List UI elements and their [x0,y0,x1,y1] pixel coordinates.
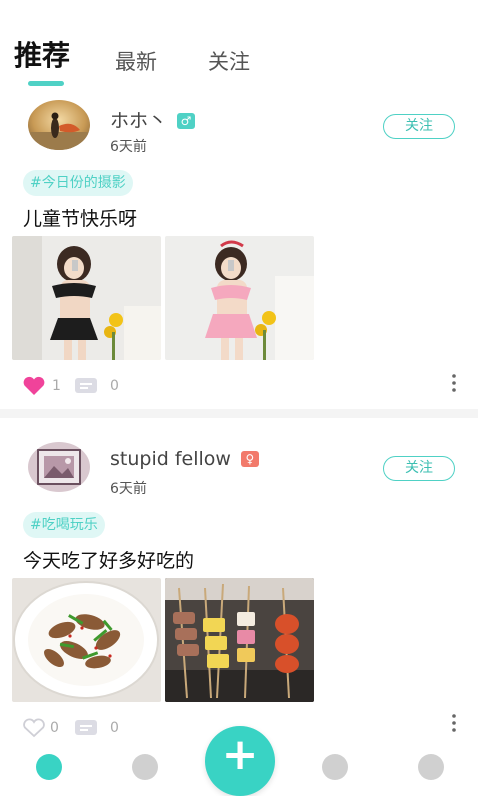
like-count: 1 [52,378,61,394]
username-text: stupid fellow [110,448,231,470]
avatar[interactable] [28,100,90,150]
male-icon: ♂ [177,113,196,129]
follow-button[interactable]: 关注 [383,456,455,481]
follow-button[interactable]: 关注 [383,114,455,139]
username[interactable]: ホホ丶 ♂ [110,106,196,133]
post-image[interactable] [165,236,314,360]
post-text: 今天吃了好多好吃的 [23,550,195,572]
like-button[interactable]: 1 [22,376,61,396]
like-button[interactable]: 0 [22,718,59,738]
plus-icon: + [221,729,259,780]
post-card[interactable]: ホホ丶 ♂ 6天前 关注 #今日份的摄影 儿童节快乐呀 1 0 [0,100,478,400]
female-icon: ♀ [240,451,259,467]
comment-count: 0 [110,378,119,394]
comment-count: 0 [110,720,119,736]
tab-latest[interactable]: 最新 [115,46,157,76]
avatar[interactable] [28,442,90,492]
profile-icon[interactable] [418,754,444,780]
tab-following[interactable]: 关注 [208,46,250,76]
topic-tag[interactable]: #今日份的摄影 [23,170,133,196]
topic-tag[interactable]: #吃喝玩乐 [23,512,105,538]
comment-icon [75,378,97,393]
create-post-button[interactable]: + [205,726,275,796]
home-icon[interactable] [36,754,62,780]
username-text: ホホ丶 [110,110,168,132]
comment-icon [75,720,97,735]
message-icon[interactable] [322,754,348,780]
post-image[interactable] [12,236,161,360]
more-options-icon[interactable] [448,713,460,733]
heart-icon [23,376,45,395]
comment-button[interactable]: 0 [74,376,119,396]
like-count: 0 [50,720,59,736]
active-tab-indicator [28,81,64,86]
post-time: 6天前 [110,481,147,497]
discover-icon[interactable] [132,754,158,780]
post-divider [0,409,478,418]
feed-tabs: 推荐 最新 关注 [0,38,478,88]
comment-button[interactable]: 0 [74,718,119,738]
more-options-icon[interactable] [448,373,460,393]
post-text: 儿童节快乐呀 [23,208,138,230]
username[interactable]: stupid fellow ♀ [110,448,259,470]
post-time: 6天前 [110,139,147,155]
post-card[interactable]: stupid fellow ♀ 6天前 关注 #吃喝玩乐 今天吃了好多好吃的 0… [0,442,478,742]
post-image[interactable] [165,578,314,702]
post-image[interactable] [12,578,161,702]
heart-outline-icon [23,718,45,738]
tab-recommend[interactable]: 推荐 [14,34,70,74]
